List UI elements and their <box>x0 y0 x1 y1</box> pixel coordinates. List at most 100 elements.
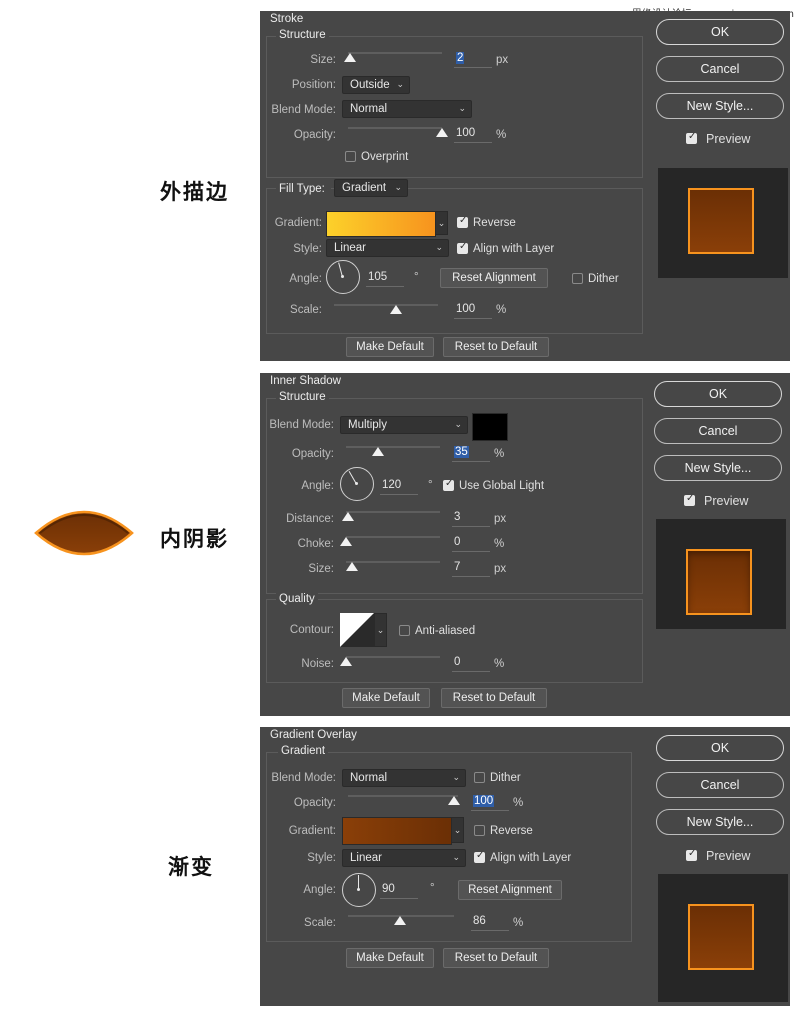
distance-input[interactable]: 3 <box>452 511 490 527</box>
align-with-layer-checkbox[interactable] <box>474 850 485 863</box>
opacity-slider-knob[interactable] <box>448 796 460 805</box>
noise-slider-track[interactable] <box>346 656 440 658</box>
reset-alignment-button[interactable]: Reset Alignment <box>458 880 562 900</box>
opacity-slider-knob[interactable] <box>436 128 448 137</box>
style-dropdown[interactable]: Linear ⌄ <box>326 239 449 257</box>
opacity-slider-knob[interactable] <box>372 447 384 456</box>
position-label: Position: <box>291 79 336 91</box>
preview-box <box>656 519 786 629</box>
contour-thumbnail[interactable] <box>340 613 374 647</box>
angle-input[interactable]: 105 <box>366 271 404 287</box>
noise-input[interactable]: 0 <box>452 656 490 672</box>
reset-to-default-button[interactable]: Reset to Default <box>443 948 549 968</box>
reset-alignment-button[interactable]: Reset Alignment <box>440 268 548 288</box>
cancel-button[interactable]: Cancel <box>656 772 784 798</box>
ok-button[interactable]: OK <box>656 19 784 45</box>
preview-checkbox[interactable] <box>684 493 695 506</box>
opacity-slider-track[interactable] <box>348 127 442 129</box>
angle-dial[interactable] <box>340 467 374 501</box>
ok-button[interactable]: OK <box>656 735 784 761</box>
distance-slider-knob[interactable] <box>342 512 354 521</box>
blend-mode-dropdown[interactable]: Multiply ⌄ <box>340 416 468 434</box>
preview-box <box>658 874 788 1002</box>
reset-to-default-button[interactable]: Reset to Default <box>443 337 549 357</box>
blend-mode-dropdown[interactable]: Normal ⌄ <box>342 769 466 787</box>
size-input[interactable]: 7 <box>452 561 490 577</box>
chevron-down-icon: ⌄ <box>453 825 462 835</box>
opacity-unit: % <box>494 448 505 460</box>
shadow-color-swatch[interactable] <box>472 413 508 441</box>
gradient-swatch[interactable] <box>326 211 436 237</box>
angle-dial[interactable] <box>342 873 376 907</box>
new-style-button[interactable]: New Style... <box>656 809 784 835</box>
opacity-input[interactable]: 100 <box>471 795 509 811</box>
contour-picker-button[interactable]: ⌄ <box>374 613 387 647</box>
gradient-swatch[interactable] <box>342 817 452 845</box>
choke-input[interactable]: 0 <box>452 536 490 552</box>
gradient-picker-button[interactable]: ⌄ <box>451 817 464 843</box>
stroke-dialog: Stroke Structure Size: 2 px Position: Ou… <box>260 11 790 361</box>
fill-type-dropdown[interactable]: Gradient ⌄ <box>334 179 408 197</box>
gradient-picker-button[interactable]: ⌄ <box>435 211 448 235</box>
cancel-button[interactable]: Cancel <box>656 56 784 82</box>
preview-swatch <box>686 549 752 615</box>
preview-checkbox[interactable] <box>686 848 697 861</box>
new-style-button[interactable]: New Style... <box>656 93 784 119</box>
chevron-down-icon: ⌄ <box>437 218 446 228</box>
angle-input[interactable]: 120 <box>380 479 418 495</box>
make-default-button[interactable]: Make Default <box>346 337 434 357</box>
size-input[interactable]: 2 <box>454 52 492 68</box>
size-slider-knob[interactable] <box>346 562 358 571</box>
dither-checkbox[interactable] <box>474 772 485 783</box>
opacity-slider-track[interactable] <box>348 795 458 797</box>
scale-input[interactable]: 100 <box>454 303 492 319</box>
make-default-button[interactable]: Make Default <box>342 688 430 708</box>
reset-to-default-button[interactable]: Reset to Default <box>441 688 547 708</box>
preview-box <box>658 168 788 278</box>
overprint-checkbox[interactable] <box>345 151 356 162</box>
size-slider-track[interactable] <box>348 52 442 54</box>
use-global-light-checkbox[interactable] <box>443 478 454 491</box>
lens-shape-sample <box>34 510 134 556</box>
dialog-title: Gradient Overlay <box>270 729 357 741</box>
size-slider-track[interactable] <box>346 561 440 563</box>
scale-input[interactable]: 86 <box>471 915 509 931</box>
reverse-label: Reverse <box>473 217 516 229</box>
preview-checkbox[interactable] <box>686 131 697 144</box>
opacity-input[interactable]: 100 <box>454 127 492 143</box>
make-default-button[interactable]: Make Default <box>346 948 434 968</box>
opacity-input[interactable]: 35 <box>452 446 490 462</box>
reverse-checkbox[interactable] <box>457 215 468 228</box>
dither-checkbox[interactable] <box>572 273 583 284</box>
caption-gradient: 渐变 <box>168 855 214 879</box>
new-style-button[interactable]: New Style... <box>654 455 782 481</box>
dialog-title: Stroke <box>270 13 304 25</box>
size-slider-knob[interactable] <box>344 53 356 62</box>
distance-slider-track[interactable] <box>346 511 440 513</box>
cancel-button[interactable]: Cancel <box>654 418 782 444</box>
chevron-down-icon: ⌄ <box>458 103 466 113</box>
scale-slider-track[interactable] <box>334 304 438 306</box>
dither-label: Dither <box>588 273 619 285</box>
noise-slider-knob[interactable] <box>340 657 352 666</box>
scale-unit: % <box>513 917 524 929</box>
opacity-slider-track[interactable] <box>346 446 440 448</box>
angle-input[interactable]: 90 <box>380 883 418 899</box>
chevron-down-icon: ⌄ <box>452 852 460 862</box>
ok-button[interactable]: OK <box>654 381 782 407</box>
scale-slider-knob[interactable] <box>390 305 402 314</box>
reverse-checkbox[interactable] <box>474 825 485 836</box>
chevron-down-icon: ⌄ <box>376 625 385 635</box>
choke-slider-knob[interactable] <box>340 537 352 546</box>
angle-unit: ° <box>430 882 435 894</box>
choke-slider-track[interactable] <box>346 536 440 538</box>
anti-aliased-checkbox[interactable] <box>399 625 410 636</box>
fill-type-label: Fill Type: <box>276 183 331 195</box>
preview-label: Preview <box>706 849 751 863</box>
scale-slider-knob[interactable] <box>394 916 406 925</box>
position-dropdown[interactable]: Outside ⌄ <box>342 76 410 94</box>
angle-dial[interactable] <box>326 260 360 294</box>
style-dropdown[interactable]: Linear ⌄ <box>342 849 466 867</box>
blend-mode-dropdown[interactable]: Normal ⌄ <box>342 100 472 118</box>
align-with-layer-checkbox[interactable] <box>457 241 468 254</box>
